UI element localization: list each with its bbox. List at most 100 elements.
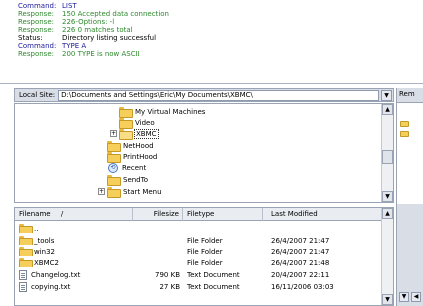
file-row[interactable]: ..	[15, 223, 383, 234]
recent-icon: ⟲	[108, 162, 118, 173]
chevron-down-icon[interactable]: ▼	[381, 89, 392, 101]
log-line: Command: LIST	[18, 2, 423, 10]
scroll-up-icon[interactable]: ▲	[382, 104, 393, 115]
local-directory-tree[interactable]: My Virtual Machines Video + XBMC NetHood…	[14, 103, 394, 203]
tree-node[interactable]: NetHood	[107, 140, 155, 152]
chevron-left-icon[interactable]: ◀	[411, 292, 421, 302]
file-modified: 26/4/2007 21:47	[271, 247, 330, 256]
tree-node-label: SendTo	[123, 175, 148, 184]
file-row[interactable]: XBMC2 File Folder 26/4/2007 21:48	[15, 257, 383, 268]
tree-node-label: XBMC	[134, 128, 159, 139]
remote-site-panel: Rem ▼ ◀	[396, 88, 423, 306]
scroll-down-icon[interactable]: ▼	[382, 294, 393, 305]
message-log: Command: LIST Response: 150 Accepted dat…	[0, 0, 423, 84]
file-name-cell: XBMC2	[15, 258, 133, 267]
log-key: Response:	[18, 26, 54, 34]
log-value: 200 TYPE is now ASCII	[62, 50, 140, 58]
tree-scrollbar[interactable]: ▲ ▼	[381, 104, 393, 202]
log-key: Response:	[18, 50, 54, 58]
log-line: Response: 226-Options: -l	[18, 18, 423, 26]
tree-node-label: My Virtual Machines	[135, 107, 206, 116]
file-modified: 26/4/2007 21:47	[271, 236, 330, 245]
scroll-up-icon[interactable]: ▲	[382, 208, 393, 219]
column-filename-label: Filename	[19, 210, 51, 218]
local-site-label: Local Site:	[19, 91, 56, 99]
file-modified: 16/11/2006 03:03	[271, 282, 334, 291]
expand-icon[interactable]: +	[98, 188, 105, 195]
folder-icon	[107, 175, 121, 186]
folder-icon	[107, 141, 121, 152]
file-type: File Folder	[187, 236, 223, 245]
file-row[interactable]: win32 File Folder 26/4/2007 21:47	[15, 246, 383, 257]
file-type: File Folder	[187, 247, 223, 256]
log-line: Response: 226 0 matches total	[18, 26, 423, 34]
scroll-down-icon[interactable]: ▼	[382, 191, 393, 202]
tree-node-label: Video	[135, 118, 155, 127]
log-value: LIST	[62, 2, 77, 10]
log-line: Response: 200 TYPE is now ASCII	[18, 50, 423, 58]
folder-icon	[107, 152, 121, 163]
folder-open-icon	[119, 129, 133, 140]
folder-icon	[400, 121, 409, 127]
file-name-cell: win32	[15, 247, 133, 256]
chevron-down-icon[interactable]: ▼	[399, 292, 409, 302]
tree-node-label: PrintHood	[123, 152, 158, 161]
folder-icon	[107, 187, 121, 198]
log-value: 150 Accepted data connection	[62, 10, 169, 18]
file-name: Changelog.txt	[31, 270, 81, 279]
folder-icon	[119, 107, 133, 118]
remote-directory-tree[interactable]	[397, 102, 423, 204]
file-name-cell: copying.txt	[15, 281, 133, 292]
tree-node[interactable]: Video	[119, 117, 156, 129]
tree-node-label: Start Menu	[123, 187, 162, 196]
folder-icon	[19, 258, 33, 267]
log-key: Response:	[18, 10, 54, 18]
local-site-path-combobox[interactable]: D:\Documents and Settings\Eric\My Docume…	[58, 89, 379, 101]
folder-icon	[400, 131, 409, 137]
log-value: TYPE A	[62, 42, 87, 50]
file-name-cell: _tools	[15, 236, 133, 245]
tree-node[interactable]: SendTo	[107, 174, 149, 186]
log-key: Status:	[18, 34, 43, 42]
scroll-thumb[interactable]	[382, 150, 393, 164]
column-filetype[interactable]: Filetype	[183, 208, 263, 221]
sort-indicator: /	[60, 210, 64, 218]
log-line: Status: Directory listing successful	[18, 34, 423, 42]
document-icon	[19, 281, 27, 292]
folder-icon	[19, 236, 33, 245]
file-list-header: Filename / Filesize Filetype Last Modifi…	[15, 208, 383, 221]
file-name: win32	[34, 247, 56, 256]
folder-icon	[119, 118, 133, 129]
file-type: Text Document	[187, 270, 240, 279]
log-key: Command:	[18, 42, 57, 50]
file-row[interactable]: copying.txt 27 KB Text Document 16/11/20…	[15, 281, 383, 292]
folder-icon	[19, 247, 33, 256]
file-size: 790 KB	[155, 270, 180, 279]
log-line: Response: 150 Accepted data connection	[18, 10, 423, 18]
file-list-scrollbar[interactable]: ▲ ▼	[381, 208, 393, 305]
log-value: 226 0 matches total	[62, 26, 133, 34]
tree-node[interactable]: PrintHood	[107, 151, 158, 163]
remote-nav-controls: ▼ ◀	[397, 288, 423, 306]
file-name: XBMC2	[34, 258, 59, 267]
file-size: 27 KB	[159, 282, 180, 291]
column-filename[interactable]: Filename /	[15, 208, 133, 221]
file-modified: 20/4/2007 22:11	[271, 270, 330, 279]
log-key: Command:	[18, 2, 57, 10]
expand-icon[interactable]: +	[110, 130, 117, 137]
log-key: Response:	[18, 18, 54, 26]
file-name: ..	[34, 224, 39, 233]
column-filesize[interactable]: Filesize	[133, 208, 183, 221]
tree-node-selected[interactable]: + XBMC	[110, 128, 159, 140]
log-value: 226-Options: -l	[62, 18, 115, 26]
file-name-cell: Changelog.txt	[15, 269, 133, 280]
tree-node[interactable]: ⟲ Recent	[108, 162, 147, 173]
file-row[interactable]: Changelog.txt 790 KB Text Document 20/4/…	[15, 269, 383, 280]
local-file-list[interactable]: Filename / Filesize Filetype Last Modifi…	[14, 207, 394, 306]
tree-node[interactable]: My Virtual Machines	[119, 106, 206, 118]
column-last-modified[interactable]: Last Modified	[263, 208, 383, 221]
tree-node[interactable]: + Start Menu	[98, 186, 163, 198]
file-type: File Folder	[187, 258, 223, 267]
file-name: _tools	[34, 236, 55, 245]
file-row[interactable]: _tools File Folder 26/4/2007 21:47	[15, 235, 383, 246]
